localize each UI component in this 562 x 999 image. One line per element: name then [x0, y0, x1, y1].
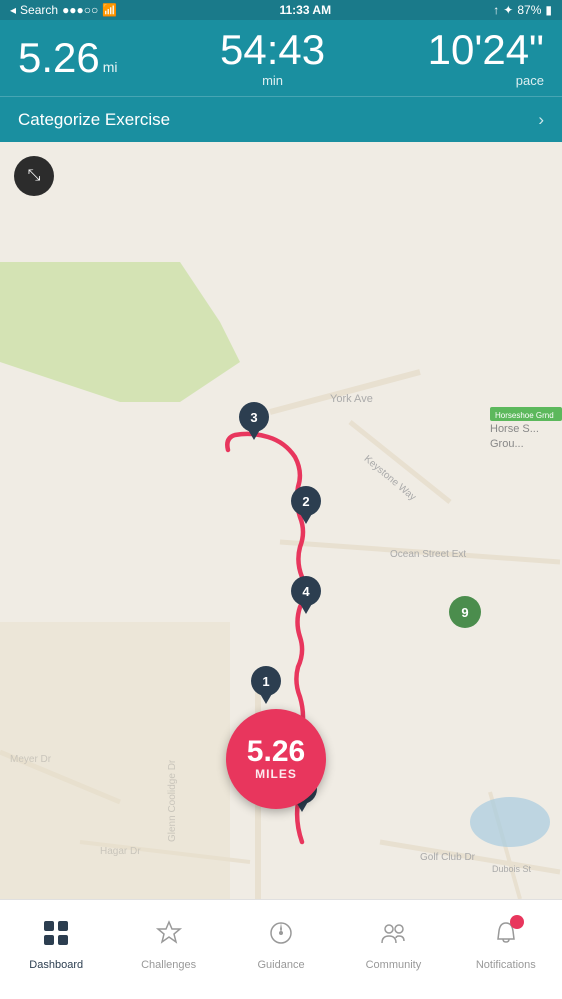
distance-unit: mi — [103, 59, 118, 75]
svg-text:9: 9 — [461, 605, 468, 620]
nav-guidance[interactable]: Guidance — [225, 900, 337, 999]
bluetooth-icon: ✦ — [503, 3, 513, 17]
badge-distance: 5.26 — [247, 737, 305, 767]
status-time: 11:33 AM — [279, 3, 331, 17]
nav-community-label: Community — [366, 959, 422, 971]
svg-text:Ocean Street Ext: Ocean Street Ext — [390, 549, 466, 560]
wifi-icon: 📶 — [102, 3, 117, 17]
nav-notifications-label: Notifications — [476, 959, 536, 971]
waypoint-3: 3 — [237, 400, 271, 440]
pace-value: 10'24" — [428, 29, 544, 71]
waypoint-2: 2 — [289, 484, 323, 524]
signal-dots: ●●●○○ — [62, 3, 98, 17]
expand-icon: ⤡ — [28, 167, 41, 185]
categorize-label: Categorize Exercise — [18, 110, 170, 130]
svg-text:Grou...: Grou... — [490, 438, 524, 450]
categorize-arrow: › — [538, 110, 544, 130]
pace-unit: pace — [516, 73, 544, 88]
svg-text:Dubois St: Dubois St — [492, 864, 532, 874]
status-bar: ◂ Search ●●●○○ 📶 11:33 AM ↑ ✦ 87% ▮ — [0, 0, 562, 20]
svg-text:Keystone Way: Keystone Way — [362, 454, 418, 504]
carrier-label: Search — [20, 3, 58, 17]
battery-percent: 87% — [517, 3, 541, 17]
distance-value: 5.26 — [18, 37, 100, 79]
svg-text:2: 2 — [302, 494, 309, 509]
nav-community[interactable]: Community — [337, 900, 449, 999]
dashboard-icon — [42, 919, 70, 954]
duration-value: 54:43 — [220, 29, 325, 71]
waypoint-4: 4 — [289, 574, 323, 614]
back-icon: ◂ — [10, 3, 16, 17]
svg-text:3: 3 — [250, 410, 257, 425]
duration-stat: 54:43 min — [220, 29, 325, 88]
guidance-icon — [267, 919, 295, 954]
svg-text:Horse S...: Horse S... — [490, 423, 539, 435]
svg-text:Golf Club Dr: Golf Club Dr — [420, 852, 476, 863]
community-icon — [379, 919, 407, 954]
expand-button[interactable]: ⤡ — [14, 156, 54, 196]
svg-text:Horseshoe Grnd: Horseshoe Grnd — [495, 411, 554, 420]
waypoint-1: 1 — [249, 664, 283, 704]
status-left: ◂ Search ●●●○○ 📶 — [10, 3, 117, 17]
duration-unit: min — [262, 73, 283, 88]
status-right: ↑ ✦ 87% ▮ — [493, 3, 552, 17]
distance-badge: 5.26 MILES — [226, 709, 326, 809]
nav-notifications[interactable]: Notifications — [450, 900, 562, 999]
distance-stat: 5.26 mi — [18, 37, 118, 79]
nav-challenges-label: Challenges — [141, 959, 196, 971]
bottom-nav: Dashboard Challenges Guidance — [0, 899, 562, 999]
notification-badge — [510, 915, 524, 929]
svg-text:York Ave: York Ave — [330, 393, 373, 405]
badge-unit: MILES — [255, 767, 297, 781]
nav-challenges[interactable]: Challenges — [112, 900, 224, 999]
map-area: York Ave Keystone Way Ocean Street Ext G… — [0, 142, 562, 899]
nav-dashboard-label: Dashboard — [29, 959, 83, 971]
notifications-icon — [492, 919, 520, 954]
svg-text:1: 1 — [262, 674, 269, 689]
categorize-bar[interactable]: Categorize Exercise › — [0, 96, 562, 142]
battery-icon: ▮ — [545, 3, 552, 17]
nav-dashboard[interactable]: Dashboard — [0, 900, 112, 999]
header-stats: 5.26 mi 54:43 min 10'24" pace — [0, 20, 562, 96]
arrow-up-icon: ↑ — [493, 3, 499, 17]
svg-text:4: 4 — [302, 584, 310, 599]
pace-stat: 10'24" pace — [428, 29, 544, 88]
nav-guidance-label: Guidance — [257, 959, 304, 971]
challenges-icon — [155, 919, 183, 954]
